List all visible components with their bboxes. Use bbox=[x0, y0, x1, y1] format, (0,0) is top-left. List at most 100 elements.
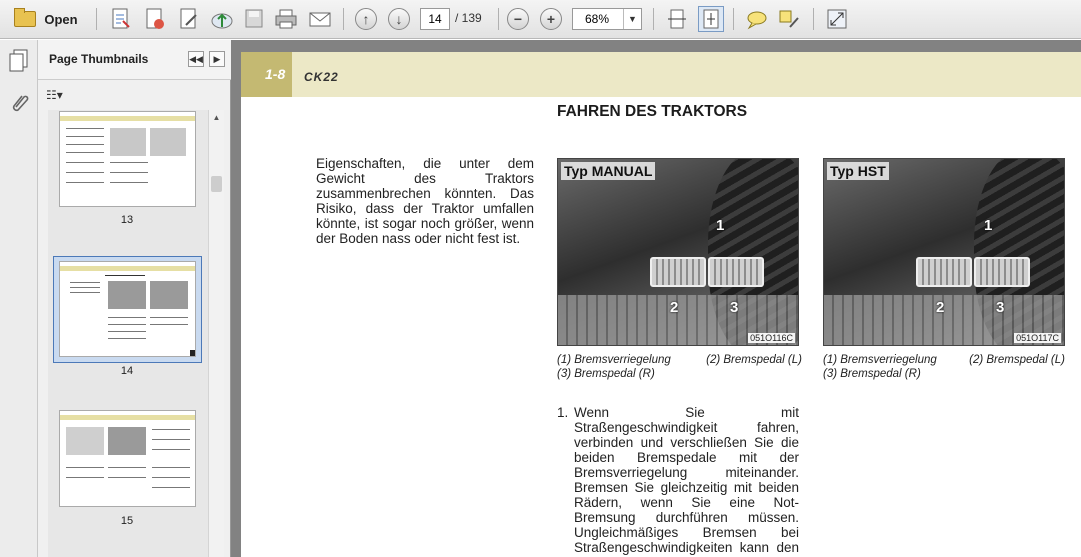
zoom-in-icon: + bbox=[540, 8, 562, 30]
scroll-thumb[interactable] bbox=[211, 176, 222, 192]
page-header: 1-8 CK22 bbox=[241, 52, 1081, 97]
upload-button[interactable] bbox=[208, 6, 236, 32]
thumb-text-line bbox=[108, 467, 146, 468]
navigation-rail bbox=[0, 40, 38, 557]
page-number-input[interactable]: 14 bbox=[420, 8, 450, 30]
thumb-text-line bbox=[70, 282, 100, 283]
save-button[interactable] bbox=[242, 6, 266, 32]
panel-header: Page Thumbnails ◀◀ ▶ bbox=[38, 40, 231, 80]
figure-caption: (1) Bremsverriegelung (2) Bremspedal (L)… bbox=[823, 353, 1065, 381]
thumbnail-page-13[interactable] bbox=[59, 111, 196, 207]
thumb-figure bbox=[66, 427, 104, 455]
figure-caption: (1) Bremsverriegelung (2) Bremspedal (L)… bbox=[557, 353, 802, 381]
panel-title: Page Thumbnails bbox=[49, 52, 149, 66]
thumbnail-page-15[interactable] bbox=[59, 410, 196, 507]
callout-3: 3 bbox=[996, 299, 1005, 316]
thumb-text-line bbox=[66, 467, 104, 468]
next-page-button[interactable]: ↓ bbox=[387, 6, 411, 32]
caption-item: (3) Bremspedal (R) bbox=[823, 368, 921, 380]
thumb-figure bbox=[108, 427, 146, 455]
open-button[interactable]: Open bbox=[6, 6, 86, 32]
figure-ref: 051O116C bbox=[748, 333, 795, 343]
thumb-text-line bbox=[66, 172, 104, 173]
zoom-in-button[interactable]: + bbox=[539, 6, 563, 32]
edit-icon bbox=[180, 8, 197, 29]
thumb-text-line bbox=[110, 162, 148, 163]
figure-ref: 051O117C bbox=[1014, 333, 1061, 343]
thumb-text-line bbox=[108, 331, 146, 332]
zoom-value: 68% bbox=[585, 12, 610, 26]
figure-label: Typ MANUAL bbox=[561, 162, 656, 180]
thumb-text-line bbox=[66, 182, 104, 183]
fit-width-icon bbox=[668, 9, 686, 29]
fit-page-button[interactable] bbox=[698, 6, 724, 32]
folder-icon bbox=[14, 8, 37, 27]
toolbar-separator bbox=[653, 8, 654, 30]
toolbar: Open ↑ ↓ 14 / 139 − + 68% ▼ bbox=[0, 0, 1081, 39]
thumb-text-line bbox=[70, 292, 100, 293]
toolbar-separator bbox=[498, 8, 499, 30]
thumb-header bbox=[60, 415, 195, 420]
full-screen-button[interactable] bbox=[824, 6, 850, 32]
thumb-text-line bbox=[152, 449, 190, 450]
step-number: 1. bbox=[557, 405, 569, 420]
thumb-header bbox=[60, 266, 195, 271]
thumb-text-line bbox=[152, 477, 190, 478]
toolbar-separator bbox=[343, 8, 344, 30]
save-as-icon bbox=[146, 8, 164, 29]
thumb-text-line bbox=[66, 136, 104, 137]
thumb-figure bbox=[150, 281, 188, 309]
options-menu-button[interactable]: ☷▾ bbox=[46, 88, 72, 104]
thumbnail-label: 15 bbox=[120, 515, 134, 527]
document-viewer[interactable]: 1-8 CK22 FAHREN DES TRAKTORS Eigenschaft… bbox=[231, 40, 1081, 557]
thumb-text-line bbox=[66, 152, 104, 153]
toolbar-separator bbox=[733, 8, 734, 30]
thumb-text-line bbox=[150, 324, 188, 325]
thumb-page-marker bbox=[190, 350, 195, 356]
section-title: FAHREN DES TRAKTORS bbox=[557, 103, 748, 120]
thumb-text-line bbox=[108, 324, 146, 325]
toolbar-separator bbox=[96, 8, 97, 30]
callout-2: 2 bbox=[670, 299, 679, 316]
upload-icon bbox=[211, 13, 233, 29]
attachments-icon[interactable] bbox=[8, 92, 30, 116]
thumb-text-line bbox=[66, 162, 104, 163]
model-name: CK22 bbox=[304, 70, 339, 84]
thumb-text-line bbox=[66, 128, 104, 129]
thumb-text-line bbox=[66, 144, 104, 145]
highlight-button[interactable] bbox=[777, 6, 803, 32]
zoom-select[interactable]: 68% ▼ bbox=[572, 8, 642, 30]
callout-1: 1 bbox=[984, 217, 993, 234]
comment-button[interactable] bbox=[744, 6, 770, 32]
thumb-text-line bbox=[152, 487, 190, 488]
pages-icon[interactable] bbox=[8, 48, 30, 72]
scroll-up-icon[interactable]: ▲ bbox=[209, 110, 224, 126]
create-pdf-button[interactable] bbox=[108, 6, 134, 32]
create-pdf-icon bbox=[112, 8, 130, 29]
thumb-text-line bbox=[108, 338, 146, 339]
caption-item: (3) Bremspedal (R) bbox=[557, 368, 655, 380]
page-number: 1-8 bbox=[265, 66, 286, 82]
thumbnail-label: 14 bbox=[120, 365, 134, 377]
edit-button[interactable] bbox=[176, 6, 202, 32]
thumb-figure bbox=[108, 281, 146, 309]
comment-icon bbox=[747, 11, 767, 30]
brake-pedal-left bbox=[650, 257, 706, 287]
save-icon bbox=[245, 9, 263, 28]
thumb-text-line bbox=[152, 439, 190, 440]
expand-panel-icon[interactable]: ▶ bbox=[209, 51, 225, 67]
thumbnail-page-14[interactable] bbox=[59, 261, 196, 357]
thumb-title-line bbox=[105, 275, 145, 276]
fit-width-button[interactable] bbox=[665, 6, 689, 32]
zoom-out-button[interactable]: − bbox=[506, 6, 530, 32]
collapse-panel-icon[interactable]: ◀◀ bbox=[188, 51, 204, 67]
callout-2: 2 bbox=[936, 299, 945, 316]
chevron-down-icon[interactable]: ▼ bbox=[623, 9, 641, 29]
thumb-text-line bbox=[70, 287, 100, 288]
email-button[interactable] bbox=[307, 6, 333, 32]
previous-page-button[interactable]: ↑ bbox=[354, 6, 378, 32]
thumbnail-scrollbar[interactable]: ▲ bbox=[208, 110, 224, 557]
save-as-button[interactable] bbox=[142, 6, 168, 32]
print-button[interactable] bbox=[273, 6, 299, 32]
figure-label: Typ HST bbox=[827, 162, 889, 180]
